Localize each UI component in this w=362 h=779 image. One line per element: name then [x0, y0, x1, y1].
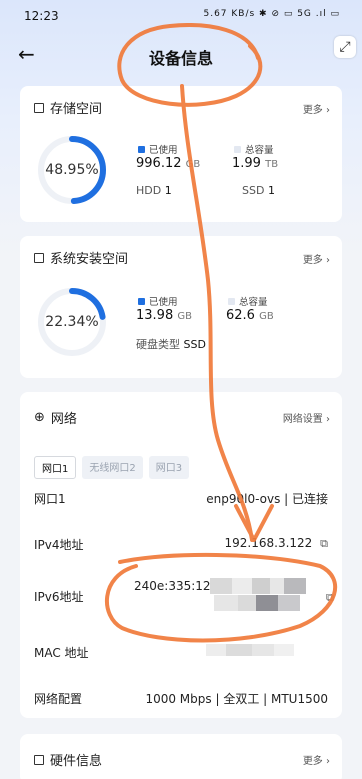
tab-port-3[interactable]: 网口3 [148, 456, 190, 479]
mac-redacted [206, 644, 294, 656]
storage-used-unit: GB [185, 159, 201, 170]
storage-total-label: 总容量 [245, 145, 274, 156]
system-ring: 22.34% [36, 286, 108, 358]
hdd-label: HDD [136, 184, 162, 197]
status-bar: 12:23 5.67 KB/s ✱ ⊘ ▭ 5G .ıl ▭ [0, 0, 362, 34]
mac-label: MAC 地址 [34, 646, 89, 660]
globe-icon: ⊕ [34, 410, 45, 425]
page-title: 设备信息 [148, 49, 213, 68]
system-percent: 22.34% [45, 314, 99, 330]
system-card: 系统安装空间 更多 › 22.34% 已使用 总容量 13.98 GB 62.6… [20, 236, 342, 378]
storage-title: 存储空间 [50, 102, 103, 117]
ssd-label: SSD [242, 184, 265, 197]
system-used-value: 13.98 [136, 308, 174, 323]
storage-used-value: 996.12 [136, 156, 182, 171]
storage-total-unit: TB [265, 159, 279, 170]
storage-used-label: 已使用 [149, 145, 178, 156]
app-header: ← 设备信息 [0, 36, 362, 76]
config-value: 1000 Mbps | 全双工 | MTU1500 [145, 692, 328, 706]
system-disk-icon [34, 252, 44, 263]
tab-port-1[interactable]: 网口1 [34, 456, 77, 479]
network-port-tabs: 网口1 无线网口2 网口3 [34, 456, 190, 479]
hardware-more-link[interactable]: 更多 › [303, 752, 330, 767]
used-swatch [138, 145, 145, 153]
tab-wireless-port-2[interactable]: 无线网口2 [82, 456, 143, 479]
system-total-unit: GB [259, 311, 274, 322]
ipv6-value: 240e:335:120 [134, 579, 219, 593]
network-card: ⊕ 网络 网络设置 › 网口1 无线网口2 网口3 网口1 enp90l0-ov… [20, 392, 342, 718]
total-swatch [228, 297, 235, 305]
system-used-unit: GB [177, 311, 192, 322]
ipv6-label: IPv6地址 [34, 590, 84, 604]
storage-ring: 48.95% [36, 134, 108, 206]
storage-icon [34, 102, 44, 113]
hardware-icon [34, 754, 44, 765]
total-swatch [234, 145, 241, 153]
disk-type-label: 硬盘类型 [136, 338, 180, 351]
hdd-count: 1 [164, 184, 172, 197]
storage-card: 存储空间 更多 › 48.95% 已使用 总容量 996.12 GB 1.99 … [20, 86, 342, 222]
network-title: 网络 [50, 412, 77, 427]
status-time: 12:23 [24, 9, 59, 23]
system-used-label: 已使用 [149, 297, 178, 308]
network-settings-link[interactable]: 网络设置 › [283, 410, 330, 425]
config-row: 网络配置 1000 Mbps | 全双工 | MTU1500 [34, 690, 328, 707]
system-total-value: 62.6 [226, 308, 255, 323]
storage-total-value: 1.99 [232, 156, 261, 171]
used-swatch [138, 297, 145, 305]
port-value: enp90l0-ovs | 已连接 [206, 492, 328, 506]
copy-icon[interactable]: ⧉ [320, 537, 328, 550]
config-label: 网络配置 [34, 692, 83, 706]
ssd-count: 1 [267, 184, 275, 197]
hardware-card[interactable]: 硬件信息 更多 › [20, 734, 342, 779]
ipv6-redacted [210, 578, 306, 594]
ipv6-copy-icon[interactable]: ⧉ [326, 591, 334, 605]
port-label: 网口1 [34, 492, 66, 506]
storage-percent: 48.95% [45, 162, 99, 178]
ipv4-value: 192.168.3.122 [224, 536, 313, 550]
port-row: 网口1 enp90l0-ovs | 已连接 [34, 490, 328, 507]
hardware-title: 硬件信息 [50, 754, 103, 769]
storage-more-link[interactable]: 更多 › [303, 101, 330, 116]
ipv4-label: IPv4地址 [34, 538, 84, 552]
ipv6-redacted-2 [214, 595, 300, 611]
system-total-label: 总容量 [239, 297, 268, 308]
system-more-link[interactable]: 更多 › [303, 251, 330, 266]
system-title: 系统安装空间 [50, 252, 129, 267]
disk-type-value: SSD [183, 338, 206, 351]
ipv4-row: IPv4地址 192.168.3.122 ⧉ [34, 536, 328, 553]
status-icons: 5.67 KB/s ✱ ⊘ ▭ 5G .ıl ▭ [203, 9, 340, 19]
